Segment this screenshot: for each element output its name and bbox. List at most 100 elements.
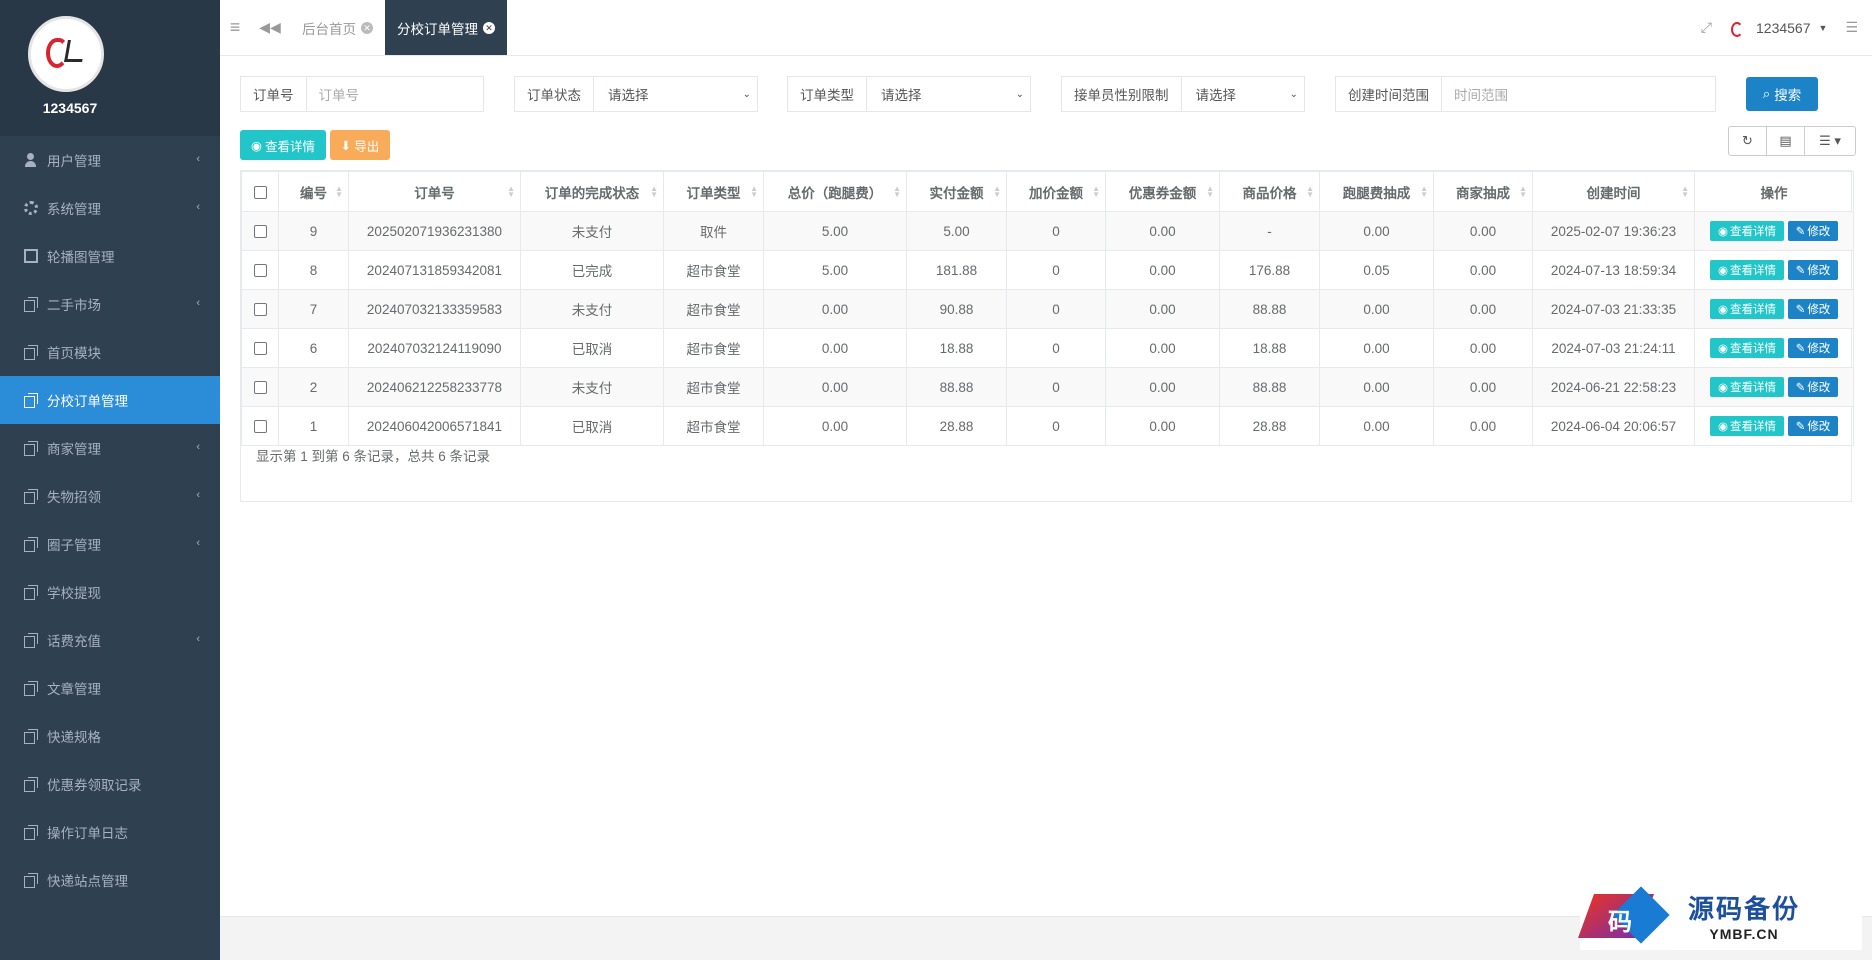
close-icon[interactable]: ✕ bbox=[361, 21, 373, 34]
watermark-logo: 码 bbox=[1577, 882, 1680, 948]
sidebar-item[interactable]: 分校订单管理 bbox=[0, 376, 220, 424]
sidebar-item-label: 分校订单管理 bbox=[47, 394, 128, 409]
row-actions-cell: ◉ 查看详情 ✎ 修改 bbox=[1694, 367, 1854, 407]
row-view-detail-button[interactable]: ◉ 查看详情 bbox=[1710, 299, 1784, 319]
row-view-detail-label: 查看详情 bbox=[1730, 343, 1777, 355]
column-header[interactable]: 编号 ▲ ▼ bbox=[278, 171, 349, 212]
row-checkbox[interactable] bbox=[253, 303, 267, 317]
table-row[interactable]: 2 202406212258233778 未支付 超市食堂 0.00 88.88 0 0.00… bbox=[241, 367, 1854, 407]
table-cell: 超市食堂 bbox=[663, 406, 764, 446]
table-row[interactable]: 1 202406042006571841 已取消 超市食堂 0.00 28.88 0 0.00… bbox=[241, 406, 1854, 446]
tab-scroll-left-icon[interactable]: ◀◀ bbox=[250, 0, 290, 55]
sidebar-item[interactable]: 优惠券领取记录 bbox=[0, 760, 220, 808]
order-no-input[interactable]: 订单号 bbox=[307, 77, 484, 111]
column-header[interactable]: 优惠券金额 ▲ ▼ bbox=[1105, 171, 1220, 212]
column-header[interactable]: 加价金额 ▲ ▼ bbox=[1006, 171, 1106, 212]
order-type-select[interactable]: 请选择 ⌄ bbox=[867, 77, 1030, 111]
table-cell: 0.00 bbox=[763, 289, 907, 329]
table-row[interactable]: 7 202407032133359583 未支付 超市食堂 0.00 90.88 0 0.00… bbox=[241, 289, 1854, 329]
order-type-field: 订单类型 请选择 ⌄ bbox=[787, 76, 1031, 112]
table-row[interactable]: 9 202502071936231380 未支付 取件 5.00 5.00 0 0.00-0.… bbox=[241, 211, 1854, 251]
row-checkbox[interactable] bbox=[253, 225, 267, 239]
row-edit-button[interactable]: ✎ 修改 bbox=[1788, 260, 1838, 280]
sidebar-item[interactable]: 学校提现 bbox=[0, 568, 220, 616]
column-header-label: 创建时间 bbox=[1586, 185, 1641, 201]
chevron-left-icon: ‹ bbox=[196, 441, 200, 453]
fullscreen-icon[interactable]: ⤢ bbox=[1701, 19, 1712, 36]
copy-icon bbox=[24, 633, 38, 648]
avatar[interactable] bbox=[28, 16, 104, 92]
select-all-checkbox[interactable] bbox=[253, 185, 267, 199]
view-detail-button[interactable]: ◉ 查看详情 bbox=[240, 130, 326, 160]
sort-icon: ▲ ▼ bbox=[1092, 184, 1100, 199]
row-checkbox[interactable] bbox=[253, 264, 267, 278]
sidebar-item[interactable]: 话费充值 ‹ bbox=[0, 616, 220, 664]
row-edit-button[interactable]: ✎ 修改 bbox=[1788, 221, 1838, 241]
sidebar-item[interactable]: 失物招领 ‹ bbox=[0, 472, 220, 520]
column-header[interactable]: 订单的完成状态 ▲ ▼ bbox=[520, 171, 664, 212]
sidebar-item[interactable]: 系统管理 ‹ bbox=[0, 184, 220, 232]
chevron-down-icon: ⌄ bbox=[742, 88, 751, 100]
row-view-detail-button[interactable]: ◉ 查看详情 bbox=[1710, 221, 1784, 241]
table-cell: 6 bbox=[278, 328, 349, 368]
column-header[interactable]: 商家抽成 ▲ ▼ bbox=[1433, 171, 1533, 212]
table-row[interactable]: 8 202407131859342081 已完成 超市食堂 5.00 181.88 0 0.0… bbox=[241, 250, 1854, 290]
refresh-icon[interactable]: ↻ bbox=[1729, 127, 1767, 155]
row-checkbox[interactable] bbox=[253, 342, 267, 356]
profile-name[interactable]: 1234567 bbox=[0, 100, 140, 116]
sidebar-item[interactable]: 快递规格 bbox=[0, 712, 220, 760]
row-checkbox[interactable] bbox=[253, 420, 267, 434]
sidebar-item[interactable]: 商家管理 ‹ bbox=[0, 424, 220, 472]
sidebar-item[interactable]: 首页模块 bbox=[0, 328, 220, 376]
column-header[interactable]: 总价（跑腿费） ▲ ▼ bbox=[763, 171, 907, 212]
row-view-detail-button[interactable]: ◉ 查看详情 bbox=[1710, 416, 1784, 436]
order-status-select[interactable]: 请选择 ⌄ bbox=[594, 77, 757, 111]
copy-icon bbox=[24, 345, 38, 360]
sidebar-item[interactable]: 操作订单日志 bbox=[0, 808, 220, 856]
export-button[interactable]: ⬇ 导出 bbox=[330, 130, 390, 160]
time-range-input[interactable]: 时间范围 bbox=[1442, 77, 1715, 111]
tab-home[interactable]: 后台首页 ✕ bbox=[290, 0, 385, 55]
sidebar-item[interactable]: 圈子管理 ‹ bbox=[0, 520, 220, 568]
table-body: 9 202502071936231380 未支付 取件 5.00 5.00 0 0.00-0.… bbox=[241, 211, 1854, 446]
gender-limit-select[interactable]: 请选择 ⌄ bbox=[1182, 77, 1305, 111]
row-view-detail-button[interactable]: ◉ 查看详情 bbox=[1710, 338, 1784, 358]
row-view-detail-button[interactable]: ◉ 查看详情 bbox=[1710, 260, 1784, 280]
user-menu[interactable]: 1234567 ▼ bbox=[1730, 20, 1827, 37]
row-view-detail-button[interactable]: ◉ 查看详情 bbox=[1710, 377, 1784, 397]
column-header[interactable]: 实付金额 ▲ ▼ bbox=[906, 171, 1007, 212]
sidebar-item[interactable]: 二手市场 ‹ bbox=[0, 280, 220, 328]
column-header[interactable]: 商品价格 ▲ ▼ bbox=[1219, 171, 1320, 212]
column-header[interactable]: 订单号 ▲ ▼ bbox=[348, 171, 521, 212]
row-edit-button[interactable]: ✎ 修改 bbox=[1788, 377, 1838, 397]
tab-branch-orders[interactable]: 分校订单管理 ✕ bbox=[385, 0, 507, 55]
sidebar-item[interactable]: 用户管理 ‹ bbox=[0, 136, 220, 184]
table-cell: 2 bbox=[278, 367, 349, 407]
columns-menu-icon[interactable]: ☰ ▾ bbox=[1805, 127, 1855, 155]
row-edit-label: 修改 bbox=[1807, 421, 1831, 433]
column-header[interactable]: 创建时间 ▲ ▼ bbox=[1532, 171, 1695, 212]
table-cell: 88.88 bbox=[906, 367, 1007, 407]
table-cell: 未支付 bbox=[520, 211, 664, 251]
column-header-label: 操作 bbox=[1760, 185, 1788, 201]
column-header[interactable]: 订单类型 ▲ ▼ bbox=[663, 171, 764, 212]
row-edit-button[interactable]: ✎ 修改 bbox=[1788, 299, 1838, 319]
sidebar-item[interactable]: 轮播图管理 bbox=[0, 232, 220, 280]
column-header[interactable]: 跑腿费抽成 ▲ ▼ bbox=[1319, 171, 1434, 212]
table-cell: 18.88 bbox=[1219, 328, 1320, 368]
settings-panel-icon[interactable]: ☰ bbox=[1845, 19, 1858, 36]
table-cell: 未支付 bbox=[520, 367, 664, 407]
pencil-icon: ✎ bbox=[1795, 265, 1806, 277]
table-row[interactable]: 6 202407032124119090 已取消 超市食堂 0.00 18.88 0 0.00… bbox=[241, 328, 1854, 368]
toggle-view-icon[interactable]: ▤ bbox=[1767, 127, 1805, 155]
sidebar-item[interactable]: 快递站点管理 bbox=[0, 856, 220, 904]
row-view-detail-label: 查看详情 bbox=[1730, 265, 1777, 277]
menu-toggle-icon[interactable]: ≡ bbox=[220, 0, 250, 55]
row-edit-button[interactable]: ✎ 修改 bbox=[1788, 338, 1838, 358]
search-button[interactable]: ⌕ 搜索 bbox=[1746, 77, 1818, 111]
row-edit-button[interactable]: ✎ 修改 bbox=[1788, 416, 1838, 436]
row-checkbox[interactable] bbox=[253, 381, 267, 395]
sidebar-item[interactable]: 文章管理 bbox=[0, 664, 220, 712]
column-header-label: 订单类型 bbox=[686, 185, 741, 201]
close-icon[interactable]: ✕ bbox=[483, 21, 495, 34]
